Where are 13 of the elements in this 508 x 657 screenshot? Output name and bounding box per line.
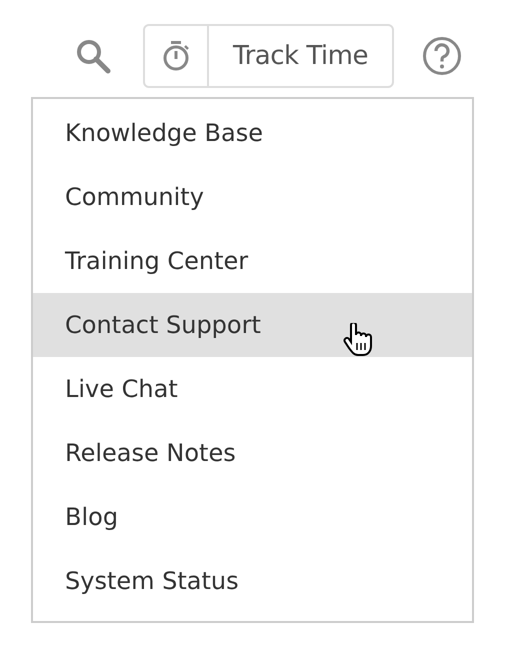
menu-item[interactable]: Release Notes (33, 421, 472, 485)
menu-item[interactable]: Training Center (33, 229, 472, 293)
menu-item[interactable]: Knowledge Base (33, 101, 472, 165)
menu-item[interactable]: Blog (33, 485, 472, 549)
help-icon[interactable] (422, 36, 462, 76)
menu-item[interactable]: System Status (33, 549, 472, 613)
menu-item[interactable]: Community (33, 165, 472, 229)
hand-cursor-icon (343, 323, 373, 357)
menu-item[interactable]: Contact Support (33, 293, 472, 357)
stopwatch-icon (162, 41, 190, 71)
menu-item[interactable]: Live Chat (33, 357, 472, 421)
track-time-button[interactable]: Track Time (143, 24, 394, 88)
search-icon[interactable] (75, 38, 111, 74)
